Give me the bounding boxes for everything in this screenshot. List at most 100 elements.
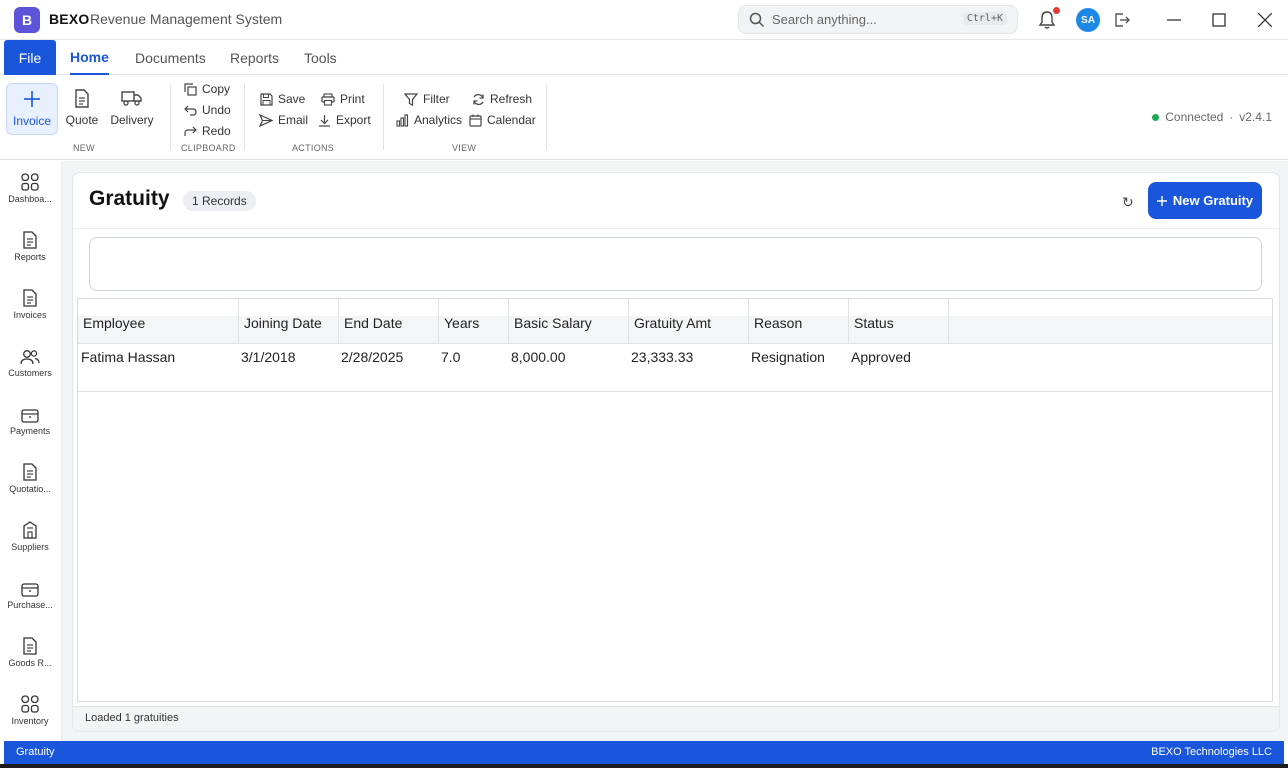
print-button[interactable]: Print: [321, 90, 365, 108]
record-count-badge: 1 Records: [183, 191, 256, 211]
new-delivery-button[interactable]: Delivery: [106, 83, 158, 135]
cell-end-date: 2/28/2025: [341, 349, 404, 365]
copy-icon: [184, 82, 197, 96]
new-invoice-button[interactable]: Invoice: [6, 83, 58, 135]
sidebar-item-label: Goods R...: [8, 658, 52, 668]
cell-basic-salary: 8,000.00: [511, 349, 566, 365]
column-header-status[interactable]: Status: [849, 299, 949, 344]
refresh-icon[interactable]: ↻: [1122, 194, 1134, 211]
column-header-years[interactable]: Years: [439, 299, 509, 344]
sidebar-item-label: Payments: [9, 426, 51, 436]
logout-icon[interactable]: [1110, 8, 1134, 32]
card-icon: [21, 567, 39, 597]
minimize-icon[interactable]: [1162, 8, 1186, 32]
sidebar-item-reports[interactable]: Reports: [0, 219, 60, 275]
page-title: Gratuity: [89, 187, 170, 210]
calendar-icon: [469, 114, 482, 127]
column-header-basic-salary[interactable]: Basic Salary: [509, 299, 629, 344]
new-quote-button[interactable]: Quote: [56, 83, 108, 135]
sidebar-item-label: Invoices: [13, 310, 47, 320]
cell-status: Approved: [851, 349, 911, 365]
taskbar-strip: [0, 764, 1288, 768]
search-box[interactable]: Search anything... Ctrl+K: [738, 5, 1018, 34]
sidebar-item-purchases[interactable]: Purchase...: [0, 567, 60, 623]
sidebar-item-label: Customers: [8, 368, 52, 378]
maximize-icon[interactable]: [1207, 8, 1231, 32]
sidebar-item-inventory[interactable]: Inventory: [0, 683, 60, 739]
refresh-label: Refresh: [490, 92, 533, 106]
sidebar-item-dashboard[interactable]: Dashboa...: [0, 161, 60, 217]
sidebar-item-customers[interactable]: Customers: [0, 335, 60, 391]
filter-button[interactable]: Filter: [404, 90, 450, 108]
analytics-button[interactable]: Analytics: [396, 111, 462, 129]
undo-icon: [184, 104, 197, 116]
tab-home[interactable]: Home: [70, 40, 109, 75]
redo-label: Redo: [202, 124, 231, 138]
quote-label: Quote: [65, 113, 99, 127]
sidebar-item-quotations[interactable]: Quotatio...: [0, 451, 60, 507]
redo-button[interactable]: Redo: [184, 122, 231, 140]
group-view-label: VIEW: [452, 143, 477, 153]
table-header: Employee Joining Date End Date Years Bas…: [78, 299, 1272, 344]
avatar[interactable]: SA: [1076, 8, 1100, 32]
group-separator: [383, 84, 384, 150]
new-gratuity-button[interactable]: New Gratuity: [1148, 182, 1262, 219]
sidebar-item-goods-received[interactable]: Goods R...: [0, 625, 60, 681]
copy-button[interactable]: Copy: [184, 80, 230, 98]
print-label: Print: [340, 92, 365, 106]
save-icon: [260, 92, 273, 106]
gratuity-table: Employee Joining Date End Date Years Bas…: [77, 298, 1273, 702]
column-header-end-date[interactable]: End Date: [339, 299, 439, 344]
sidebar-item-payments[interactable]: Payments: [0, 393, 60, 449]
cell-joining-date: 3/1/2018: [241, 349, 296, 365]
delivery-label: Delivery: [110, 113, 154, 127]
tab-file[interactable]: File: [4, 40, 56, 75]
group-separator: [170, 84, 171, 150]
export-label: Export: [336, 113, 371, 127]
connection-status: Connected · v2.4.1: [1152, 110, 1272, 124]
invoice-icon: [23, 277, 37, 307]
sidebar-item-invoices[interactable]: Invoices: [0, 277, 60, 333]
tab-tools[interactable]: Tools: [304, 40, 337, 75]
grid-icon: [21, 161, 39, 191]
grid-icon: [21, 683, 39, 713]
cell-employee: Fatima Hassan: [81, 349, 176, 365]
tab-reports[interactable]: Reports: [230, 40, 279, 75]
save-button[interactable]: Save: [260, 90, 305, 108]
column-header-reason[interactable]: Reason: [749, 299, 849, 344]
sidebar-item-label: Reports: [14, 252, 46, 262]
document-icon: [23, 219, 37, 249]
cell-gratuity-amt: 23,333.33: [631, 349, 694, 365]
status-dot: [1152, 113, 1160, 121]
export-button[interactable]: Export: [318, 111, 371, 129]
group-separator: [546, 84, 547, 150]
group-separator: [244, 84, 245, 150]
close-icon[interactable]: [1253, 8, 1277, 32]
sidebar-item-suppliers[interactable]: Suppliers: [0, 509, 60, 565]
printer-icon: [321, 92, 335, 106]
sidebar-item-label: Inventory: [11, 716, 49, 726]
column-header-employee[interactable]: Employee: [78, 299, 239, 344]
group-new-label: NEW: [73, 143, 95, 153]
refresh-button[interactable]: Refresh: [472, 90, 532, 108]
bar-chart-icon: [396, 113, 409, 127]
column-header-gratuity-amt[interactable]: Gratuity Amt: [629, 299, 749, 344]
quote-icon: [23, 451, 37, 481]
truck-icon: [121, 83, 143, 113]
filter-icon: [404, 92, 418, 106]
filter-area[interactable]: [89, 237, 1262, 291]
tab-documents[interactable]: Documents: [135, 40, 206, 75]
email-button[interactable]: Email: [259, 111, 308, 129]
document-icon: [74, 83, 90, 113]
plus-icon: [22, 84, 42, 114]
calendar-button[interactable]: Calendar: [469, 111, 536, 129]
sidebar: Dashboa... Reports Invoices Customers Pa…: [0, 161, 62, 741]
undo-button[interactable]: Undo: [184, 101, 231, 119]
app-logo: B: [14, 7, 40, 33]
group-actions-label: ACTIONS: [292, 143, 335, 153]
ribbon-tabs: File Home Documents Reports Tools: [0, 40, 1288, 75]
column-header-joining-date[interactable]: Joining Date: [239, 299, 339, 344]
redo-icon: [184, 125, 197, 137]
table-row[interactable]: Fatima Hassan 3/1/2018 2/28/2025 7.0 8,0…: [78, 344, 1272, 392]
email-label: Email: [278, 113, 309, 127]
